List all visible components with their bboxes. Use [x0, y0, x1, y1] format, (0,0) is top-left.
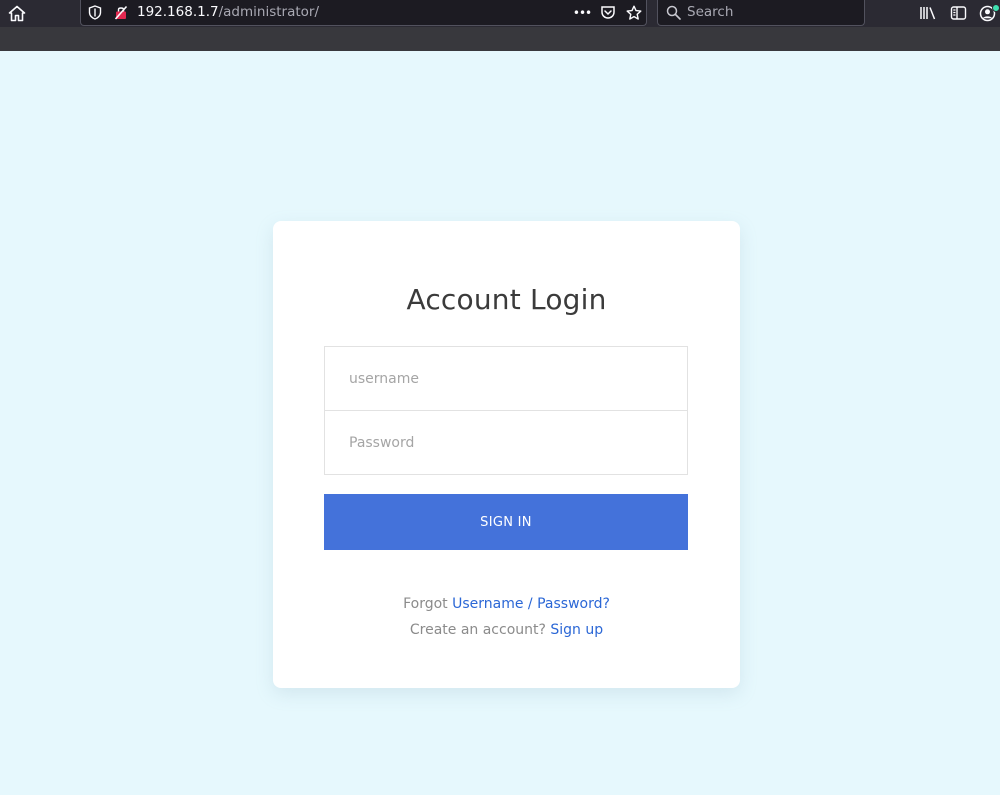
home-icon[interactable]	[6, 3, 28, 23]
page-title: Account Login	[406, 283, 607, 316]
account-notification-dot	[992, 4, 1000, 12]
password-field[interactable]	[324, 410, 688, 475]
tracking-shield-icon[interactable]	[87, 4, 103, 21]
sidebar-icon[interactable]	[948, 4, 968, 22]
url-text[interactable]: 192.168.1.7/administrator/	[137, 4, 319, 21]
signup-line: Create an account? Sign up	[273, 620, 740, 640]
url-host: 192.168.1.7	[137, 4, 219, 20]
forgot-line: Forgot Username / Password?	[273, 594, 740, 614]
library-icon[interactable]	[918, 4, 938, 22]
search-placeholder: Search	[687, 4, 734, 20]
create-prefix: Create an account?	[409, 622, 546, 638]
username-field[interactable]	[324, 346, 688, 411]
browser-toolbar: 192.168.1.7/administrator/ ••• Search	[0, 0, 1000, 51]
pocket-icon[interactable]	[599, 4, 617, 21]
forgot-credentials-link[interactable]: Username / Password?	[452, 596, 610, 612]
insecure-lock-icon[interactable]	[113, 4, 129, 21]
sign-up-link[interactable]: Sign up	[550, 622, 603, 638]
bookmark-star-icon[interactable]	[625, 4, 643, 21]
url-bar[interactable]: 192.168.1.7/administrator/ •••	[80, 0, 647, 26]
url-path: /administrator/	[218, 4, 319, 20]
more-icon[interactable]: •••	[571, 4, 593, 21]
forgot-prefix: Forgot	[403, 596, 448, 612]
search-icon	[665, 4, 681, 21]
search-bar[interactable]: Search	[657, 0, 865, 26]
sign-in-button[interactable]: SIGN IN	[324, 494, 688, 550]
more-glyph: •••	[572, 5, 592, 20]
